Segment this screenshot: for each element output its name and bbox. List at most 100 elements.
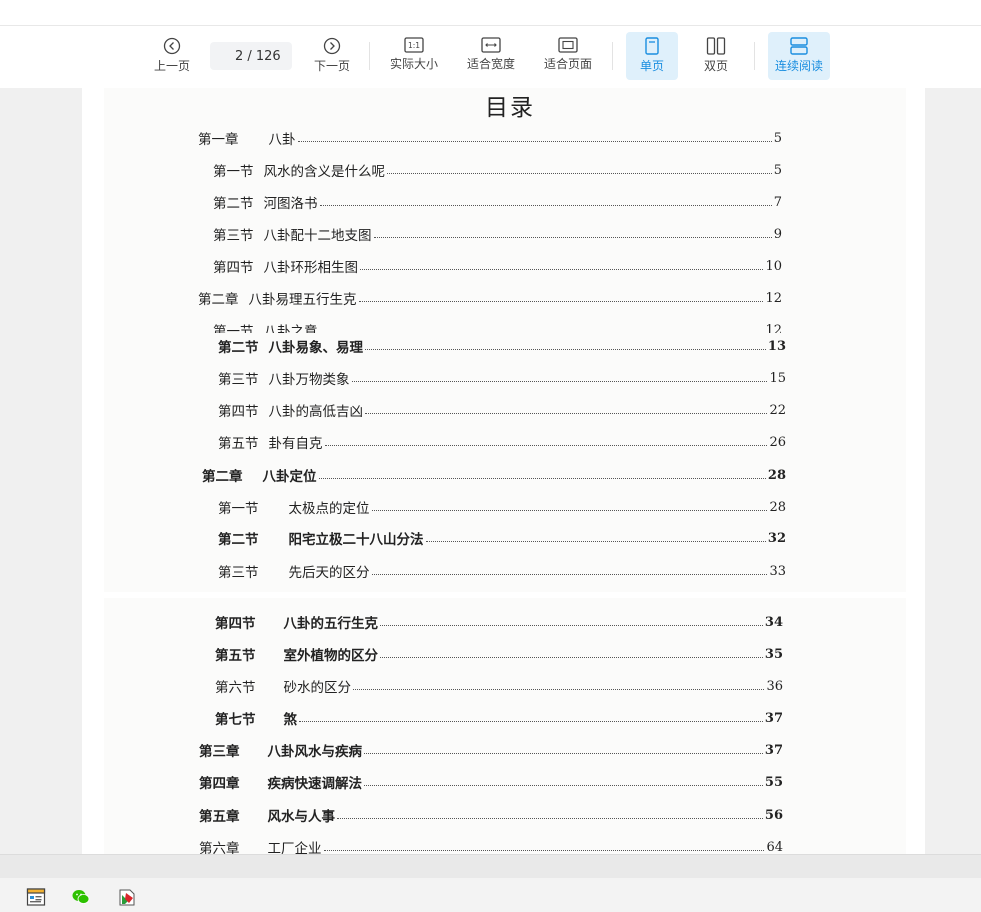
toc-entry-page: 28 [767, 467, 786, 483]
toc-entry: 第二章 八卦易理五行生克 12 [198, 289, 782, 309]
toc-entry-page: 35 [764, 646, 783, 662]
fit-width-button[interactable]: 适合宽度 [462, 32, 520, 80]
toc-entry-number: 第五节 [215, 648, 256, 664]
total-pages: / 126 [247, 48, 281, 64]
toc-entry-title: 八卦易象、易理 [268, 340, 364, 356]
single-page-icon [645, 37, 659, 55]
toc-entry-page: 55 [764, 774, 783, 790]
toc-leader-dots [353, 688, 765, 690]
toc-entry-page: 10 [765, 258, 782, 274]
toc-entry: 第一章 八卦 5 [198, 129, 782, 149]
toc-entry: 第二节 河图洛书 7 [213, 193, 782, 213]
toc-entry-page: 5 [773, 130, 782, 146]
toc-entry-page: 22 [769, 402, 786, 418]
toc-entry-title: 八卦的五行生克 [283, 616, 379, 632]
pdf-reader-icon[interactable] [117, 887, 137, 907]
toc-entry-number: 第四节 [213, 260, 254, 276]
window-app-icon[interactable] [26, 887, 46, 907]
toc-entry-title: 卦有自克 [268, 436, 323, 452]
toc-entry: 第三章 八卦风水与疾病 37 [199, 741, 783, 761]
current-page-input[interactable] [221, 48, 244, 64]
toc-entry: 第四章 疾病快速调解法 55 [199, 773, 783, 793]
toc-entry: 第五节 室外植物的区分 35 [215, 645, 783, 665]
toc-entry-number: 第二节 [218, 340, 259, 356]
toc-entry-title: 八卦配十二地支图 [263, 228, 372, 244]
toc-leader-dots [365, 348, 766, 350]
actual-size-button[interactable]: 1:1 实际大小 [386, 32, 442, 80]
toc-entry-number: 第四节 [218, 404, 259, 420]
reader-toolbar: 上一页 / 126 下一页 1:1 实际大小 适合宽度 适合页面 单页 双页 连… [0, 26, 981, 88]
single-page-label: 单页 [639, 59, 664, 73]
toc-entry: 第三节 先后天的区分 33 [218, 562, 786, 582]
toc-entry-title: 八卦的高低吉凶 [268, 404, 364, 420]
fit-page-button[interactable]: 适合页面 [539, 32, 597, 80]
toc-leader-dots [371, 509, 768, 511]
single-page-button[interactable]: 单页 [626, 32, 678, 80]
toc-entry-page: 7 [773, 194, 782, 210]
actual-size-icon: 1:1 [404, 37, 424, 53]
toc-entry: 第四节 八卦的高低吉凶 22 [218, 401, 786, 421]
toc-entry-number: 第五节 [218, 436, 259, 452]
toc-entry-page: 33 [769, 563, 786, 579]
toc-entry-title: 八卦定位 [262, 469, 317, 485]
toc-entry-title: 煞 [283, 712, 298, 728]
toc-entry: 第二章 八卦定位 28 [202, 466, 786, 486]
toc-entry-title: 河图洛书 [263, 196, 318, 212]
toc-leader-dots [299, 720, 763, 722]
toc-entry-number: 第二章 [202, 469, 243, 485]
continuous-reading-button[interactable]: 连续阅读 [768, 32, 830, 80]
double-page-icon [706, 37, 726, 55]
double-page-label: 双页 [703, 59, 728, 73]
toc-entry-page: 26 [769, 434, 786, 450]
toc-entry-title: 工厂企业 [267, 841, 322, 854]
toc-entry-title: 八卦风水与疾病 [267, 744, 363, 760]
wechat-icon[interactable] [71, 887, 91, 907]
toc-leader-dots [387, 172, 772, 174]
toc-entry-page: 37 [764, 710, 783, 726]
toc-entry-title: 太极点的定位 [288, 501, 370, 517]
toc-leader-dots [425, 540, 766, 542]
toc-entry-page: 64 [766, 839, 783, 855]
toc-entry-title: 砂水的区分 [283, 680, 352, 696]
toc-leader-dots [318, 477, 766, 479]
document-page: 目录 第一章 八卦 5 第一节 风水的含义是什么呢 5 第二节 河图洛书 7 第三节 八卦配十二地支… [82, 88, 925, 854]
toc-entry-page: 37 [764, 742, 783, 758]
fit-width-label: 适合宽度 [466, 57, 515, 71]
fit-width-icon [481, 37, 501, 53]
toc-entry-title: 疾病快速调解法 [267, 776, 363, 792]
toc-entry: 第一节 太极点的定位 28 [218, 498, 786, 518]
toc-entry-number: 第二节 [213, 196, 254, 212]
toc-title: 目录 [485, 95, 535, 121]
toc-entry: 第二节 八卦易象、易理 13 [218, 337, 786, 357]
toolbar-divider [369, 42, 370, 70]
toc-leader-dots [351, 380, 768, 382]
toc-entry-title: 先后天的区分 [288, 565, 370, 581]
fit-page-icon [558, 37, 578, 53]
toc-entry: 第七节 煞 37 [215, 709, 783, 729]
toc-leader-dots [365, 412, 768, 414]
toc-entry-title: 风水与人事 [267, 809, 336, 825]
toolbar-divider [754, 42, 755, 70]
toc-entry-title: 八卦易理五行生克 [248, 292, 357, 308]
toc-entry-page: 36 [766, 678, 783, 694]
toc-entry-number: 第七节 [215, 712, 256, 728]
toc-entry: 第二节 阳宅立极二十八山分法 32 [218, 529, 786, 549]
prev-page-button[interactable]: 上一页 [150, 32, 194, 80]
toc-leader-dots [324, 444, 768, 446]
status-bar [0, 854, 981, 878]
toc-entry-number: 第二章 [198, 292, 239, 308]
taskbar [0, 878, 981, 912]
next-page-button[interactable]: 下一页 [310, 32, 354, 80]
toc-entry-number: 第四章 [199, 776, 240, 792]
toc-leader-dots [360, 268, 764, 270]
toc-entry-page: 56 [764, 807, 783, 823]
toc-entry-title: 八卦环形相生图 [263, 260, 359, 276]
toc-entry: 第六节 砂水的区分 36 [215, 677, 783, 697]
toc-entry-number: 第五章 [199, 809, 240, 825]
toc-entry-number: 第三节 [218, 565, 259, 581]
document-viewer[interactable]: 目录 第一章 八卦 5 第一节 风水的含义是什么呢 5 第二节 河图洛书 7 第三节 八卦配十二地支… [0, 88, 981, 854]
window-top-strip [0, 0, 981, 26]
toc-entry: 第一节 风水的含义是什么呢 5 [213, 161, 782, 181]
double-page-button[interactable]: 双页 [694, 32, 738, 80]
toc-leader-dots [319, 204, 772, 206]
